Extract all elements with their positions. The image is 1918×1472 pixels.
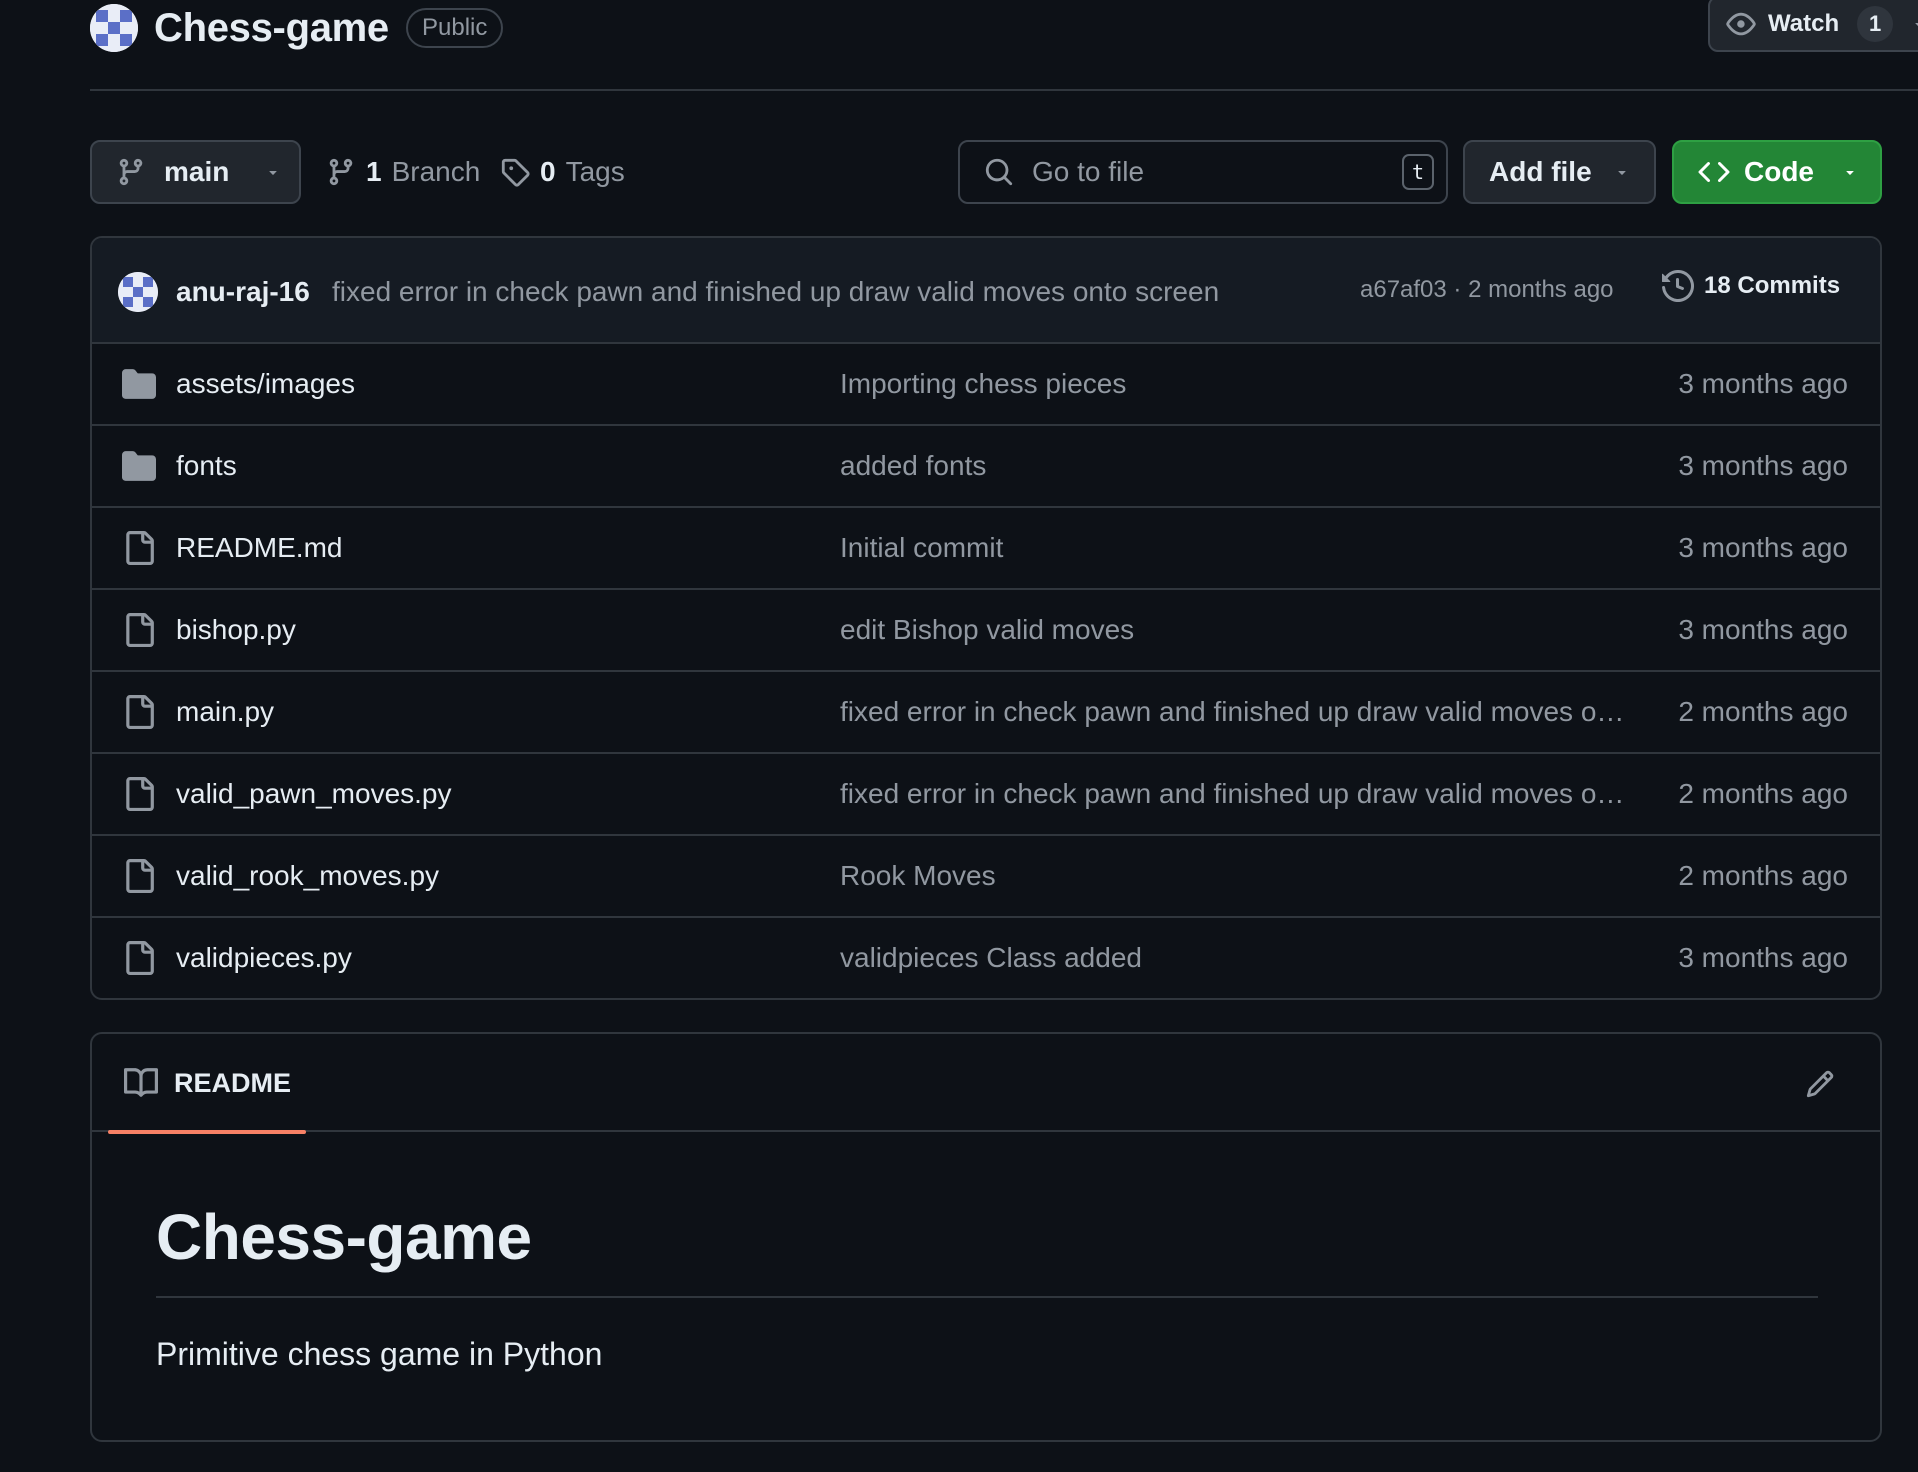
file-icon (126, 777, 154, 811)
repo-owner-avatar[interactable] (90, 4, 138, 52)
file-row[interactable]: valid_pawn_moves.py fixed error in check … (92, 754, 1880, 836)
file-commit-age: 3 months ago (1678, 368, 1848, 399)
folder-icon (122, 451, 156, 481)
pencil-icon (1806, 1070, 1834, 1098)
file-commit-message[interactable]: Initial commit (840, 532, 1626, 564)
file-row[interactable]: fonts added fonts 3 months ago (92, 426, 1880, 508)
file-name[interactable]: assets/images (176, 368, 355, 400)
file-commit-message[interactable]: fixed error in check pawn and finished u… (840, 696, 1626, 728)
file-icon (126, 531, 154, 565)
commit-author[interactable]: anu-raj-16 (176, 276, 310, 308)
git-branch-icon (329, 158, 353, 186)
keyboard-shortcut-hint: t (1402, 154, 1434, 190)
file-commit-message[interactable]: validpieces Class added (840, 942, 1626, 974)
code-button[interactable]: Code (1672, 140, 1882, 204)
commit-message[interactable]: fixed error in check pawn and finished u… (332, 276, 1219, 308)
file-icon (126, 613, 154, 647)
file-row[interactable]: main.py fixed error in check pawn and fin… (92, 672, 1880, 754)
file-icon (126, 859, 154, 893)
branches-link[interactable]: 1 Branch (326, 150, 480, 194)
branch-count-number: 1 (366, 156, 382, 187)
file-name[interactable]: valid_rook_moves.py (176, 860, 439, 892)
commit-author-avatar[interactable] (118, 272, 158, 312)
code-label: Code (1744, 156, 1814, 187)
readme-paragraph: Primitive chess game in Python (156, 1336, 603, 1372)
caret-down-icon (269, 171, 278, 175)
tag-icon (501, 158, 530, 187)
go-to-file-input[interactable]: Go to file t (958, 140, 1448, 204)
commit-count-label: 18 Commits (1704, 272, 1841, 299)
file-name[interactable]: valid_pawn_moves.py (176, 778, 452, 810)
file-commit-age: 3 months ago (1678, 450, 1848, 481)
edit-readme-button[interactable] (1800, 1064, 1840, 1104)
tag-count-number: 0 (540, 156, 556, 187)
file-name[interactable]: main.py (176, 696, 274, 728)
file-commit-age: 2 months ago (1678, 696, 1848, 727)
history-icon (1662, 270, 1694, 302)
file-commit-age: 2 months ago (1678, 778, 1848, 809)
tab-readme-label: README (174, 1068, 292, 1098)
tag-count-label: Tags (565, 156, 625, 187)
watch-label: Watch (1768, 10, 1840, 37)
file-list: assets/images Importing chess pieces 3 mon… (92, 344, 1880, 998)
add-file-label: Add file (1489, 156, 1592, 187)
file-commit-message[interactable]: Importing chess pieces (840, 368, 1626, 400)
tags-link[interactable]: 0 Tags (500, 150, 625, 194)
file-icon (126, 695, 154, 729)
identicon-icon (118, 272, 158, 312)
header-divider (90, 89, 1918, 91)
file-commit-message[interactable]: fixed error in check pawn and finished u… (840, 778, 1626, 810)
readme-heading: Chess-game (156, 1201, 532, 1273)
file-commit-age: 2 months ago (1678, 860, 1848, 891)
commit-history-link[interactable]: 18 Commits (1662, 270, 1840, 302)
commit-hash-and-time[interactable]: a67af03 · 2 months ago (1360, 276, 1614, 304)
file-row[interactable]: valid_rook_moves.py Rook Moves 2 months ag… (92, 836, 1880, 918)
watch-button[interactable]: Watch 1 (1708, 0, 1918, 52)
branch-selector-button[interactable]: main (90, 140, 301, 204)
readme-tabbar: README (92, 1034, 1880, 1134)
file-row[interactable]: validpieces.py validpieces Class added 3 m… (92, 918, 1880, 998)
file-commit-message[interactable]: added fonts (840, 450, 1626, 482)
search-icon (985, 158, 1013, 186)
add-file-button[interactable]: Add file (1463, 140, 1656, 204)
code-icon (1698, 161, 1730, 183)
file-row[interactable]: bishop.py edit Bishop valid moves 3 months… (92, 590, 1880, 672)
caret-down-icon (1618, 171, 1626, 175)
active-tab-underline (108, 1130, 306, 1134)
file-browser: anu-raj-16 fixed error in check pawn and… (90, 236, 1882, 1000)
readme-heading-rule (156, 1296, 1818, 1298)
file-row[interactable]: assets/images Importing chess pieces 3 mon… (92, 344, 1880, 426)
caret-down-icon (1915, 22, 1918, 26)
file-name[interactable]: fonts (176, 450, 237, 482)
repo-name[interactable]: Chess-game (154, 4, 389, 52)
file-commit-age: 3 months ago (1678, 614, 1848, 645)
file-commit-age: 3 months ago (1678, 942, 1848, 973)
file-icon (126, 941, 154, 975)
caret-down-icon (1846, 171, 1854, 175)
search-placeholder: Go to file (1032, 156, 1145, 187)
readme-panel: README Chess-game Primitive chess game i… (90, 1032, 1882, 1442)
watch-count: 1 (1857, 6, 1894, 42)
book-icon (124, 1068, 158, 1097)
current-branch-label: main (164, 156, 230, 187)
identicon-icon (90, 4, 138, 52)
file-commit-message[interactable]: edit Bishop valid moves (840, 614, 1626, 646)
branch-count-label: Branch (391, 156, 481, 187)
file-name[interactable]: bishop.py (176, 614, 296, 646)
latest-commit-bar: anu-raj-16 fixed error in check pawn and… (92, 238, 1880, 344)
file-name[interactable]: validpieces.py (176, 942, 352, 974)
folder-icon (122, 369, 156, 399)
tab-readme[interactable]: README (108, 1034, 306, 1134)
git-branch-icon (119, 158, 143, 186)
file-row[interactable]: README.md Initial commit 3 months ago (92, 508, 1880, 590)
file-commit-age: 3 months ago (1678, 532, 1848, 563)
eye-icon (1726, 12, 1756, 36)
file-commit-message[interactable]: Rook Moves (840, 860, 1626, 892)
file-name[interactable]: README.md (176, 532, 342, 564)
visibility-badge: Public (406, 8, 504, 48)
